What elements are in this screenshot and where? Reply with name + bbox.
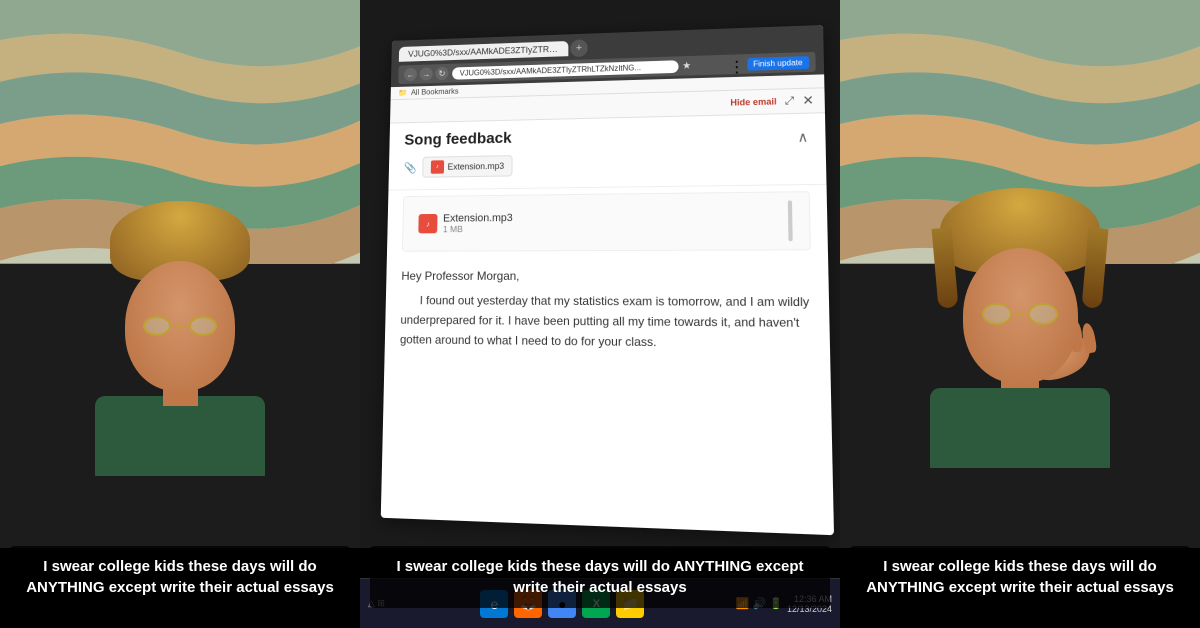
email-body-text: I found out yesterday that my statistics… [400, 292, 813, 355]
menu-icon[interactable]: ⋮ [729, 58, 743, 72]
left-panel: I swear college kids these days will do … [0, 0, 360, 628]
mp3-file-icon: ♪ [419, 214, 438, 233]
browser-tab-active: VJUG0%3D/sxx/AAMkADE3ZTIyZTRhLTZkNzItNG.… [399, 41, 569, 62]
paperclip-icon: 📎 [404, 162, 417, 175]
attachment-chip-name: Extension.mp3 [448, 161, 505, 172]
email-header: Song feedback ∧ 📎 ♪ Extension.mp3 [389, 114, 827, 191]
address-bar[interactable]: VJUG0%3D/sxx/AAMkADE3ZTIyZTRhLTZkNzItNG.… [452, 60, 678, 79]
caption-text-left: I swear college kids these days will do … [26, 558, 334, 596]
right-panel: I swear college kids these days will do … [840, 0, 1200, 628]
back-btn[interactable]: ← [404, 68, 417, 81]
address-text: VJUG0%3D/sxx/AAMkADE3ZTIyZTRhLTZkNzItNG.… [460, 63, 641, 77]
attachment-file-size: 1 MB [443, 224, 513, 234]
hide-email-button[interactable]: Hide email [730, 97, 776, 108]
forward-btn[interactable]: → [420, 68, 433, 81]
extension-icon [694, 59, 708, 73]
bookmark-folder-icon: 📁 [398, 89, 407, 98]
finish-update-label: Finish update [753, 58, 803, 68]
expand-icon[interactable]: ⤢ [785, 95, 794, 108]
nav-buttons: ← → ↻ [404, 67, 449, 81]
browser-window: VJUG0%3D/sxx/AAMkADE3ZTIyZTRhLTZkNzItNG.… [381, 25, 834, 535]
attachment-chip[interactable]: ♪ Extension.mp3 [422, 156, 513, 179]
collapse-icon[interactable]: ∧ [798, 129, 809, 146]
email-body: Hey Professor Morgan, I found out yester… [385, 257, 830, 366]
person-right [910, 188, 1130, 468]
new-tab-btn[interactable]: + [570, 40, 588, 58]
attachment-file-block[interactable]: ♪ Extension.mp3 1 MB [402, 192, 810, 253]
email-greeting: Hey Professor Morgan, [401, 267, 811, 287]
finish-update-button[interactable]: Finish update [747, 56, 809, 71]
caption-text-middle: I swear college kids these days will do … [396, 558, 803, 596]
refresh-btn[interactable]: ↻ [436, 67, 449, 81]
close-icon[interactable]: ✕ [802, 93, 814, 109]
email-subject: Song feedback [404, 131, 512, 150]
browser-actions: ★ ⋮ [682, 58, 743, 74]
laptop-screen: VJUG0%3D/sxx/AAMkADE3ZTIyZTRhLTZkNzItNG.… [360, 0, 840, 548]
attachment-file-info: Extension.mp3 1 MB [443, 213, 513, 235]
bookmark-star-icon[interactable]: ★ [682, 61, 691, 72]
tab-label: VJUG0%3D/sxx/AAMkADE3ZTIyZTRhLTZkNzItNG.… [408, 43, 568, 59]
caption-right: I swear college kids these days will do … [850, 546, 1190, 608]
caption-text-right: I swear college kids these days will do … [866, 558, 1174, 596]
email-content-area: Hide email ⤢ ✕ Song feedback ∧ 📎 ♪ [381, 89, 834, 536]
middle-panel: VJUG0%3D/sxx/AAMkADE3ZTIyZTRhLTZkNzItNG.… [360, 0, 840, 628]
profile-icon [711, 58, 725, 72]
bookmarks-label[interactable]: All Bookmarks [411, 87, 459, 97]
person-left [80, 201, 280, 476]
caption-left: I swear college kids these days will do … [10, 546, 350, 608]
caption-middle: I swear college kids these days will do … [370, 546, 830, 608]
scrollbar-thumb[interactable] [788, 201, 793, 242]
mp3-chip-icon: ♪ [431, 161, 444, 175]
